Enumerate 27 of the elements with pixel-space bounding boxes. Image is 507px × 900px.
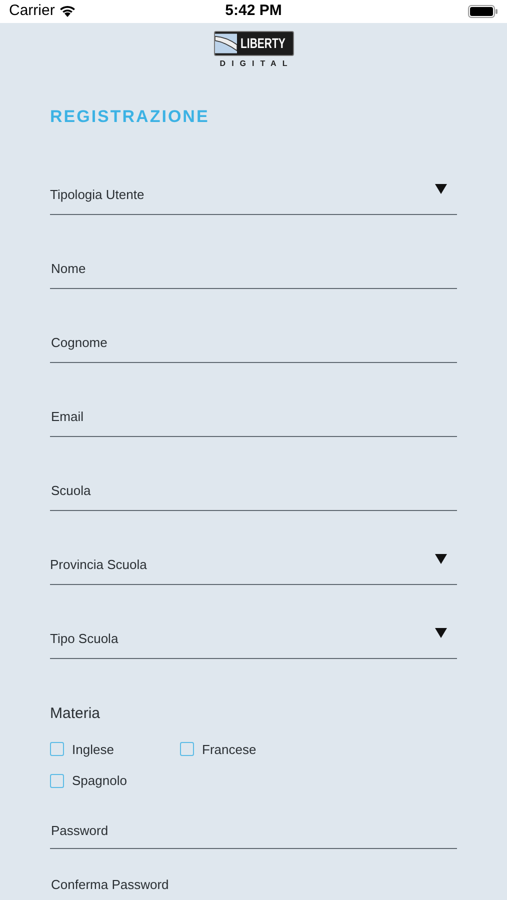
- checkbox-label: Spagnolo: [72, 772, 127, 790]
- section-label: Materia: [50, 704, 102, 724]
- logo-word: LIBERTY: [240, 36, 286, 50]
- checkbox[interactable]: [180, 742, 194, 756]
- dropdown-field[interactable]: Tipo Scuola: [50, 585, 457, 659]
- input-field[interactable]: Nome: [50, 215, 457, 289]
- logo-subword: DIGITAL: [220, 58, 294, 70]
- password-field[interactable]: Password: [50, 794, 457, 848]
- page-title: REGISTRAZIONE: [50, 106, 210, 128]
- checkbox[interactable]: [50, 774, 64, 788]
- dropdown-triangle-icon: [435, 554, 447, 564]
- wing-icon: [214, 32, 237, 54]
- input-field[interactable]: Email: [50, 363, 457, 437]
- dropdown-triangle-icon: [435, 184, 447, 194]
- input-field[interactable]: Cognome: [50, 289, 457, 363]
- carrier-label: Carrier: [9, 1, 55, 21]
- checkbox-label: Francese: [202, 740, 256, 758]
- battery-icon: [468, 4, 498, 18]
- password-field[interactable]: Conferma Password: [50, 848, 457, 900]
- checkbox-label: Inglese: [72, 740, 114, 759]
- checkbox[interactable]: [50, 742, 64, 756]
- wifi-icon: [58, 5, 76, 18]
- clock-time: 5:42 PM: [225, 1, 282, 21]
- dropdown-triangle-icon: [435, 628, 447, 638]
- dropdown-field[interactable]: Provincia Scuola: [50, 511, 457, 585]
- dropdown-field[interactable]: Tipologia Utente: [50, 141, 457, 215]
- input-field[interactable]: Scuola: [50, 437, 457, 511]
